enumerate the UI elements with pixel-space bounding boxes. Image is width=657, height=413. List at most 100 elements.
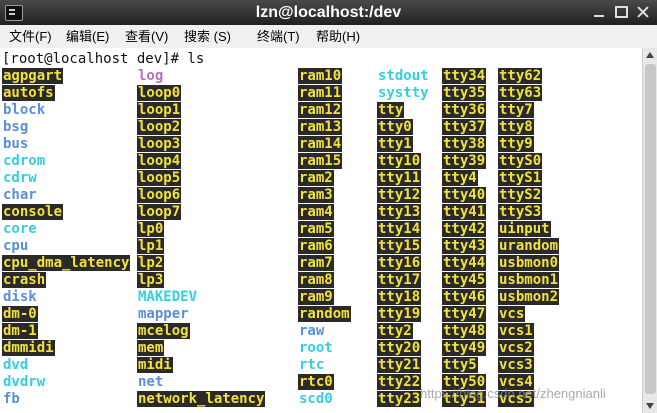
ls-entry-name: tty22	[377, 374, 422, 390]
scroll-down-icon[interactable]	[643, 399, 657, 412]
ls-entry-name: tty49	[442, 340, 487, 356]
window-title: lzn@localhost:/dev	[255, 4, 402, 21]
ls-entry-name: loop6	[137, 187, 182, 203]
ls-entry-name: tty21	[377, 357, 422, 373]
ls-entry: systty	[377, 85, 430, 102]
ls-entry: tty11	[377, 170, 430, 187]
ls-entry-name: cpu_dma_latency	[2, 255, 131, 271]
ls-entry: cpu_dma_latency	[2, 255, 131, 272]
ls-entry-name: tty11	[377, 170, 422, 186]
ls-entry: tty10	[377, 153, 430, 170]
ls-entry-name: ram3	[298, 187, 334, 203]
ls-entry-name: ttyS3	[498, 204, 543, 220]
close-icon[interactable]	[635, 4, 651, 20]
ls-entry-name: tty15	[377, 238, 422, 254]
ls-entry-name: loop7	[137, 204, 182, 220]
ls-entry-name: tty62	[498, 68, 543, 84]
menu-edit[interactable]: 编辑(E)	[66, 25, 109, 48]
ls-entry: bsg	[2, 119, 130, 136]
ls-entry-name: tty37	[442, 119, 487, 135]
maximize-icon[interactable]	[613, 4, 629, 20]
ls-entry-name: tty7	[498, 102, 534, 118]
ls-entry: ram13	[298, 119, 351, 136]
ls-entry-name: tty5	[442, 357, 478, 373]
ls-entry-name: vcs2	[498, 340, 534, 356]
ls-entry: usbmon0	[498, 255, 560, 272]
ls-entry: tty62	[498, 68, 559, 85]
ls-entry: usbmon2	[498, 289, 560, 306]
ls-entry-name: ram9	[298, 289, 334, 305]
menu-terminal[interactable]: 终端(T)	[257, 25, 300, 48]
ls-entry-name: tty12	[377, 187, 422, 203]
ls-entry: autofs	[2, 85, 130, 102]
ls-entry-name: rtc	[299, 357, 325, 373]
ls-entry-name: core	[3, 221, 37, 237]
ls-entry: tty2	[377, 323, 430, 340]
ls-entry-name: ram12	[298, 102, 343, 118]
menu-help[interactable]: 帮助(H)	[316, 25, 360, 48]
ls-entry: ram14	[298, 136, 351, 153]
ls-entry: loop1	[137, 102, 265, 119]
minimize-icon[interactable]	[591, 4, 607, 20]
scroll-up-icon[interactable]	[643, 49, 657, 62]
ls-entry: ram2	[298, 170, 351, 187]
ls-entry: ttyS2	[498, 187, 559, 204]
ls-entry: lp0	[137, 221, 265, 238]
ls-entry: tty46	[442, 289, 487, 306]
ls-entry: dvdrw	[2, 374, 130, 391]
ls-entry-name: ram5	[298, 221, 334, 237]
ls-entry-name: tty47	[442, 306, 487, 322]
ls-entry: tty34	[442, 68, 487, 85]
ls-entry-name: tty44	[442, 255, 487, 271]
ls-entry: ram15	[298, 153, 351, 170]
scroll-thumb[interactable]	[645, 64, 656, 394]
ls-entry-name: tty34	[442, 68, 487, 84]
menu-bar: 文件(F) 编辑(E) 查看(V) 搜索 (S) 终端(T) 帮助(H)	[0, 25, 657, 49]
ls-entry-name: tty1	[377, 136, 413, 152]
ls-entry-name: mcelog	[137, 323, 190, 339]
ls-entry-name: loop0	[137, 85, 182, 101]
ls-entry-name: tty23	[377, 391, 422, 407]
ls-entry-name: ram4	[298, 204, 334, 220]
ls-entry: tty1	[377, 136, 430, 153]
ls-entry-name: tty45	[442, 272, 487, 288]
ls-entry-name: ram8	[298, 272, 334, 288]
ls-entry-name: ttyS0	[498, 153, 543, 169]
ls-entry: disk	[2, 289, 130, 306]
ls-entry: midi	[137, 357, 265, 374]
ls-entry: ttyS3	[498, 204, 559, 221]
terminal-output[interactable]: [root@localhost dev]# ls agpgart autofs bl…	[0, 48, 642, 413]
ls-entry-name: ttyS2	[498, 187, 543, 203]
ls-entry-name: lp2	[137, 255, 165, 271]
ls-entry: vcs3	[498, 357, 559, 374]
ls-entry-name: lp0	[137, 221, 165, 237]
menu-file[interactable]: 文件(F)	[9, 25, 52, 48]
ls-entry-name: vcs3	[498, 357, 534, 373]
ls-entry: cdrw	[2, 170, 130, 187]
menu-view[interactable]: 查看(V)	[125, 25, 168, 48]
ls-entry: loop2	[137, 119, 265, 136]
ls-entry: MAKEDEV	[137, 289, 265, 306]
ls-entry-name: tty48	[442, 323, 487, 339]
ls-entry-name: dvdrw	[3, 374, 46, 390]
ls-entry: network_latency	[137, 391, 266, 408]
ls-entry: tty38	[442, 136, 487, 153]
ls-entry: ttyS1	[498, 170, 559, 187]
ls-entry-name: stdout	[378, 68, 429, 84]
menu-search[interactable]: 搜索 (S)	[184, 25, 231, 48]
ls-entry-name: cdrw	[3, 170, 37, 186]
ls-entry-name: tty14	[377, 221, 422, 237]
ls-entry: rtc	[298, 357, 351, 374]
ls-entry-name: lp1	[137, 238, 165, 254]
ls-entry-name: net	[138, 374, 164, 390]
title-bar: lzn@localhost:/dev	[0, 0, 657, 25]
ls-entry: tty8	[498, 119, 559, 136]
ls-entry-name: tty16	[377, 255, 422, 271]
ls-entry: console	[2, 204, 130, 221]
vertical-scrollbar[interactable]	[642, 48, 657, 413]
ls-entry: tty15	[377, 238, 430, 255]
ls-entry-name: tty19	[377, 306, 422, 322]
ls-entry: char	[2, 187, 130, 204]
ls-entry-name: console	[2, 204, 64, 220]
ls-entry: tty49	[442, 340, 487, 357]
